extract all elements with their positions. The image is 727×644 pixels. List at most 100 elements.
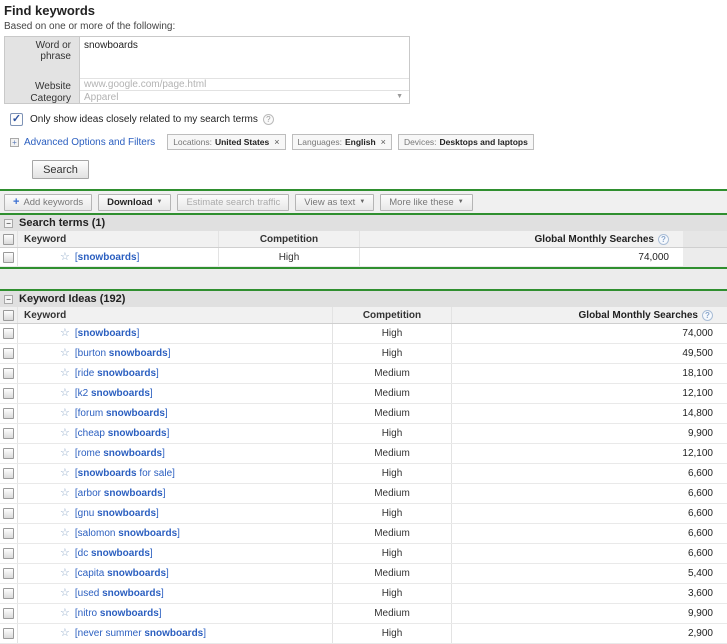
select-all-checkbox[interactable]: [3, 233, 14, 245]
searches-value: 18,100: [682, 368, 713, 379]
download-button[interactable]: Download ▼: [98, 193, 172, 211]
keyword-link[interactable]: [capita snowboards]: [75, 568, 169, 579]
row-checkbox[interactable]: [3, 448, 14, 459]
keyword-link[interactable]: [ride snowboards]: [75, 368, 159, 379]
searches-value: 74,000: [638, 251, 669, 263]
row-checkbox[interactable]: [3, 251, 14, 263]
chip-value: United States: [214, 137, 270, 147]
table-row: ☆ [snowboards] High 74,000: [0, 324, 727, 344]
word-or-phrase-label: Word or phrase: [5, 37, 80, 78]
help-icon[interactable]: ?: [658, 233, 669, 245]
help-icon[interactable]: ?: [702, 309, 713, 321]
close-icon[interactable]: ×: [379, 137, 386, 147]
expand-icon[interactable]: +: [10, 137, 19, 147]
star-icon[interactable]: ☆: [60, 388, 70, 399]
table-row: ☆ [ride snowboards] Medium 18,100: [0, 364, 727, 384]
category-value[interactable]: Apparel: [80, 91, 409, 104]
keyword-ideas-section: − Keyword Ideas (192) Keyword Competitio…: [0, 289, 727, 644]
results-toolbar: + Add keywords Download ▼ Estimate searc…: [0, 189, 727, 213]
collapse-icon[interactable]: −: [4, 294, 13, 304]
star-icon[interactable]: ☆: [60, 468, 70, 479]
star-icon[interactable]: ☆: [60, 628, 70, 639]
keyword-link[interactable]: [never summer snowboards]: [75, 628, 206, 639]
keyword-link[interactable]: [forum snowboards]: [75, 408, 168, 419]
keyword-link[interactable]: [nitro snowboards]: [75, 608, 162, 619]
collapse-icon[interactable]: −: [4, 218, 13, 228]
star-icon[interactable]: ☆: [60, 588, 70, 599]
row-checkbox[interactable]: [3, 388, 14, 399]
keyword-ideas-header-row: Keyword Competition Global Monthly Searc…: [0, 307, 727, 324]
competition-value: High: [332, 584, 452, 603]
keyword-link[interactable]: [k2 snowboards]: [75, 388, 153, 399]
row-checkbox[interactable]: [3, 608, 14, 619]
view-as-text-button[interactable]: View as text ▼: [295, 193, 375, 211]
row-checkbox[interactable]: [3, 328, 14, 339]
star-icon[interactable]: ☆: [60, 508, 70, 519]
table-row: ☆ [never summer snowboards] High 2,900: [0, 624, 727, 644]
star-icon[interactable]: ☆: [60, 448, 70, 459]
keyword-link[interactable]: [gnu snowboards]: [75, 508, 159, 519]
keyword-link[interactable]: [used snowboards]: [75, 588, 164, 599]
keyword-link[interactable]: [rome snowboards]: [75, 448, 165, 459]
help-icon[interactable]: ?: [262, 114, 274, 125]
table-row: ☆ [dc snowboards] High 6,600: [0, 544, 727, 564]
searches-value: 6,600: [687, 488, 713, 499]
row-checkbox[interactable]: [3, 548, 14, 559]
keyword-link[interactable]: [snowboards]: [75, 328, 139, 339]
chip-value: English: [344, 137, 376, 147]
row-checkbox[interactable]: [3, 428, 14, 439]
row-checkbox[interactable]: [3, 488, 14, 499]
row-checkbox[interactable]: [3, 368, 14, 379]
more-like-these-button[interactable]: More like these ▼: [380, 193, 473, 211]
row-checkbox[interactable]: [3, 528, 14, 539]
category-select[interactable]: Apparel ▼: [80, 90, 409, 103]
advanced-options-link[interactable]: Advanced Options and Filters: [24, 137, 155, 148]
table-row: ☆ [cheap snowboards] High 9,900: [0, 424, 727, 444]
keyword-link[interactable]: [snowboards for sale]: [75, 468, 175, 479]
plus-icon: +: [13, 196, 20, 208]
chevron-down-icon[interactable]: ▼: [396, 93, 403, 100]
star-icon[interactable]: ☆: [60, 528, 70, 539]
star-icon[interactable]: ☆: [60, 568, 70, 579]
star-icon[interactable]: ☆: [60, 251, 70, 263]
star-icon[interactable]: ☆: [60, 408, 70, 419]
keyword-link[interactable]: [cheap snowboards]: [75, 428, 170, 439]
keyword-link[interactable]: [burton snowboards]: [75, 348, 171, 359]
keyword-link[interactable]: [snowboards]: [75, 252, 139, 263]
estimate-search-traffic-button[interactable]: Estimate search traffic: [177, 193, 290, 211]
keyword-link[interactable]: [salomon snowboards]: [75, 528, 180, 539]
keyword-column-header[interactable]: Keyword: [18, 231, 218, 247]
searches-column-header[interactable]: Global Monthly Searches ?: [360, 231, 683, 247]
row-checkbox[interactable]: [3, 348, 14, 359]
star-icon[interactable]: ☆: [60, 548, 70, 559]
star-icon[interactable]: ☆: [60, 428, 70, 439]
star-icon[interactable]: ☆: [60, 488, 70, 499]
star-icon[interactable]: ☆: [60, 608, 70, 619]
row-checkbox[interactable]: [3, 468, 14, 479]
close-icon[interactable]: ×: [272, 137, 279, 147]
add-keywords-button[interactable]: + Add keywords: [4, 193, 93, 211]
select-all-checkbox[interactable]: [3, 309, 14, 321]
star-icon[interactable]: ☆: [60, 328, 70, 339]
website-label: Website: [5, 78, 80, 92]
keyword-link[interactable]: [arbor snowboards]: [75, 488, 166, 499]
related-checkbox[interactable]: ✓: [10, 113, 23, 126]
table-row: ☆ [used snowboards] High 3,600: [0, 584, 727, 604]
related-label: Only show ideas closely related to my se…: [30, 114, 258, 125]
row-checkbox[interactable]: [3, 588, 14, 599]
row-checkbox[interactable]: [3, 508, 14, 519]
search-button[interactable]: Search: [32, 160, 89, 179]
competition-column-header[interactable]: Competition: [332, 307, 452, 323]
competition-column-header[interactable]: Competition: [218, 231, 360, 247]
word-or-phrase-value[interactable]: snowboards: [80, 37, 409, 54]
keyword-link[interactable]: [dc snowboards]: [75, 548, 153, 559]
website-input[interactable]: www.google.com/page.html: [80, 78, 409, 90]
row-checkbox[interactable]: [3, 568, 14, 579]
row-checkbox[interactable]: [3, 408, 14, 419]
star-icon[interactable]: ☆: [60, 348, 70, 359]
searches-column-header[interactable]: Global Monthly Searches ?: [452, 307, 727, 323]
star-icon[interactable]: ☆: [60, 368, 70, 379]
keyword-column-header[interactable]: Keyword: [18, 307, 332, 323]
word-or-phrase-input[interactable]: snowboards: [80, 37, 409, 78]
row-checkbox[interactable]: [3, 628, 14, 639]
